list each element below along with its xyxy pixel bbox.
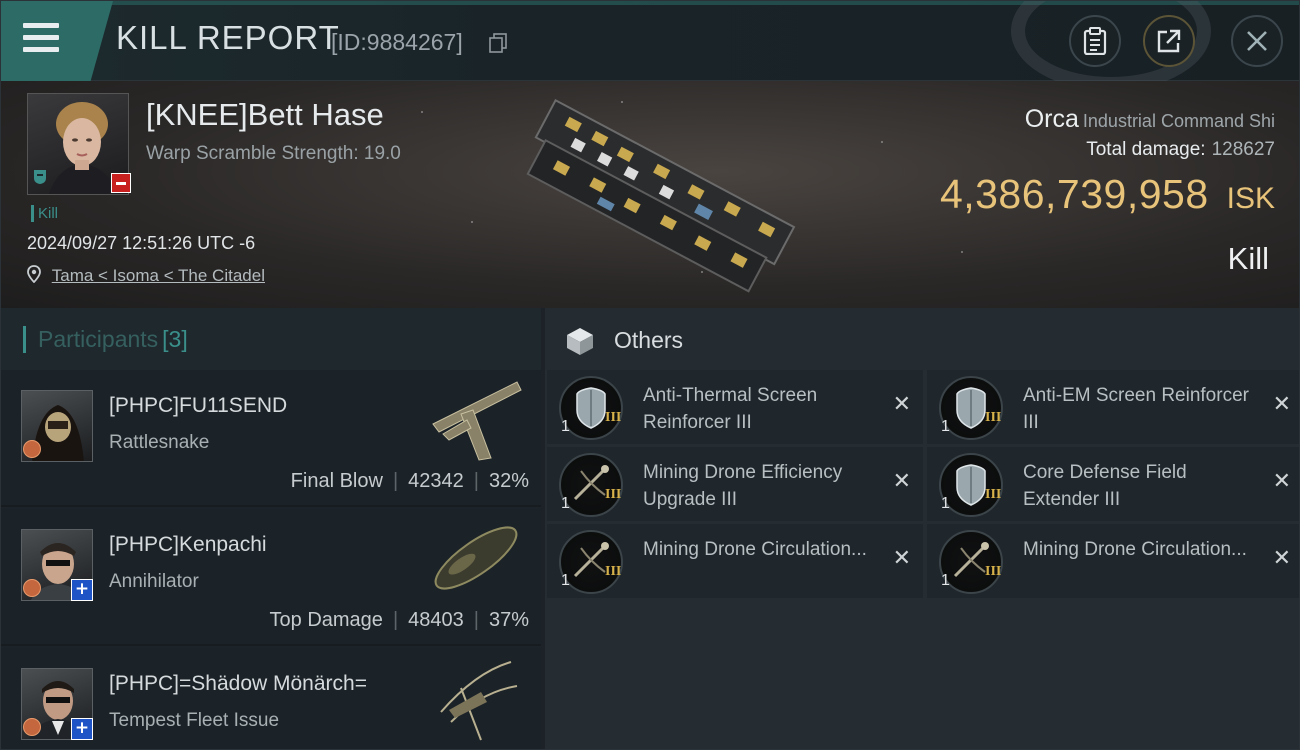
item-row[interactable]: 1 III Anti-EM Screen Reinforcer III ✕ (927, 370, 1299, 444)
item-quantity: 1 (941, 418, 950, 435)
clipboard-icon (1083, 27, 1107, 55)
item-tier: III (985, 487, 1002, 502)
item-name: Anti-Thermal Screen Reinforcer III (643, 385, 818, 433)
victim-name[interactable]: [KNEE]Bett Hase (146, 97, 384, 133)
corp-shield-icon (34, 170, 46, 184)
report-id: [ID:9884267] (331, 29, 463, 55)
participant-name[interactable]: [PHPC]Kenpachi (109, 533, 267, 557)
destroyed-x-icon: ✕ (892, 392, 911, 417)
participant-ship: Rattlesnake (109, 432, 210, 453)
kill-report-window: KILL REPORT [ID:9884267] [KNEE]Bett Hase… (0, 0, 1300, 750)
participants-header: Participants [3] (1, 308, 541, 370)
item-name: Core Defense Field Extender III (1023, 462, 1187, 510)
item-quantity: 1 (561, 572, 570, 589)
participant-ship-image (440, 661, 518, 741)
participants-count: [3] (162, 326, 188, 352)
result-label: Kill (1227, 241, 1269, 276)
participant-ship-image (434, 526, 518, 590)
others-header: Others (545, 308, 1299, 370)
item-tier: III (605, 410, 622, 425)
close-button[interactable] (1231, 15, 1283, 67)
others-title: Others (614, 327, 684, 353)
warp-scramble-strength: Warp Scramble Strength: 19.0 (146, 143, 401, 164)
page-title: KILL REPORT (116, 19, 340, 56)
kill-datetime: 2024/09/27 12:51:26 UTC -6 (27, 233, 256, 253)
participant-stats: Top Damage | 48403 | 37% (269, 609, 529, 631)
item-quantity: 1 (941, 495, 950, 512)
fleet-plus-icon: + (71, 579, 93, 601)
participant-ship: Tempest Fleet Issue (109, 710, 280, 731)
item-row[interactable]: 1 III Core Defense Field Extender III ✕ (927, 447, 1299, 521)
others-panel: Others 1 III Anti-Thermal Screen Reinfor… (545, 308, 1299, 749)
kill-summary-hero: [KNEE]Bett Hase Warp Scramble Strength: … (1, 81, 1299, 308)
location-pin-icon (27, 265, 41, 284)
participants-panel: Participants [3] [PHPC]FU11SEND Rattlesna… (1, 308, 541, 749)
item-quantity: 1 (941, 572, 950, 589)
attacker-fist-icon (23, 579, 41, 597)
participant-name[interactable]: [PHPC]=Shädow Mönärch= (109, 672, 367, 696)
item-tier: III (605, 564, 622, 579)
destroyed-x-icon: ✕ (892, 546, 911, 571)
destroyed-x-icon: ✕ (892, 469, 911, 494)
total-damage-label: Total damage: (1086, 139, 1206, 160)
destroyed-x-icon: ✕ (1272, 469, 1291, 494)
participant-damage: 42342 (408, 470, 464, 492)
participant-row[interactable]: [PHPC]FU11SEND Rattlesnake Final Blow | 42… (1, 370, 541, 507)
destroyed-x-icon: ✕ (1272, 546, 1291, 571)
share-button[interactable] (1143, 15, 1195, 67)
isk-value-line: 4,386,739,958 ISK (940, 171, 1275, 218)
isk-value: 4,386,739,958 (939, 171, 1209, 217)
item-tier: III (605, 487, 622, 502)
share-icon (1157, 29, 1181, 53)
attacker-fist-icon (23, 718, 41, 736)
item-row[interactable]: 1 III Anti-Thermal Screen Reinforcer III… (547, 370, 923, 444)
participants-title: Participants [3] (23, 326, 188, 353)
hamburger-menu-icon (23, 23, 61, 55)
item-name: Anti-EM Screen Reinforcer III (1023, 385, 1249, 433)
item-row[interactable]: 1 III Mining Drone Circulation... ✕ (547, 524, 923, 598)
copy-icon[interactable] (489, 33, 507, 53)
ship-info: Orca Industrial Command Shi (945, 105, 1275, 134)
participant-name[interactable]: [PHPC]FU11SEND (109, 394, 287, 418)
location-link[interactable]: Tama < Isoma < The Citadel (27, 265, 265, 286)
victim-ship-image (526, 99, 796, 293)
destroyed-x-icon: ✕ (1272, 392, 1291, 417)
participant-ship: Annihilator (109, 571, 199, 592)
cargo-cube-icon (567, 328, 593, 355)
participant-role: Final Blow (290, 470, 383, 492)
participant-stats: Final Blow | 42342 | 32% (290, 470, 529, 492)
participant-damage: 48403 (408, 609, 464, 631)
participant-row[interactable]: + [PHPC]=Shädow Mönärch= Tempest Fleet I… (1, 648, 541, 749)
clipboard-button[interactable] (1069, 15, 1121, 67)
ship-class: Industrial Command Shi (1082, 111, 1275, 131)
hostile-badge-icon (111, 173, 131, 193)
item-name: Mining Drone Efficiency Upgrade III (643, 462, 843, 510)
attacker-fist-icon (23, 440, 41, 458)
top-bar: KILL REPORT [ID:9884267] (1, 1, 1299, 91)
participant-percent: 32% (488, 470, 529, 492)
total-damage-value: 128627 (1211, 139, 1275, 160)
item-name: Mining Drone Circulation... (1023, 539, 1247, 560)
participant-ship-image (432, 381, 522, 461)
item-quantity: 1 (561, 418, 570, 435)
item-row[interactable]: 1 III Mining Drone Circulation... ✕ (927, 524, 1299, 598)
participant-role: Top Damage (269, 609, 383, 631)
total-damage: Total damage: 128627 (1086, 139, 1275, 161)
menu-button[interactable] (1, 1, 113, 81)
participant-percent: 37% (488, 609, 529, 631)
item-row[interactable]: 1 III Mining Drone Efficiency Upgrade II… (547, 447, 923, 521)
item-name: Mining Drone Circulation... (643, 539, 867, 560)
item-quantity: 1 (561, 495, 570, 512)
item-tier: III (985, 564, 1002, 579)
item-tier: III (985, 410, 1002, 425)
ship-name[interactable]: Orca (1025, 105, 1079, 133)
location-text[interactable]: Tama < Isoma < The Citadel (52, 266, 265, 285)
fleet-plus-icon: + (71, 718, 93, 740)
participant-row[interactable]: + [PHPC]Kenpachi Annihilator Top Damage |… (1, 509, 541, 646)
kill-tag: Kill (31, 205, 58, 222)
close-icon (1247, 31, 1267, 51)
isk-unit: ISK (1226, 182, 1275, 215)
participants-label: Participants (38, 326, 159, 352)
